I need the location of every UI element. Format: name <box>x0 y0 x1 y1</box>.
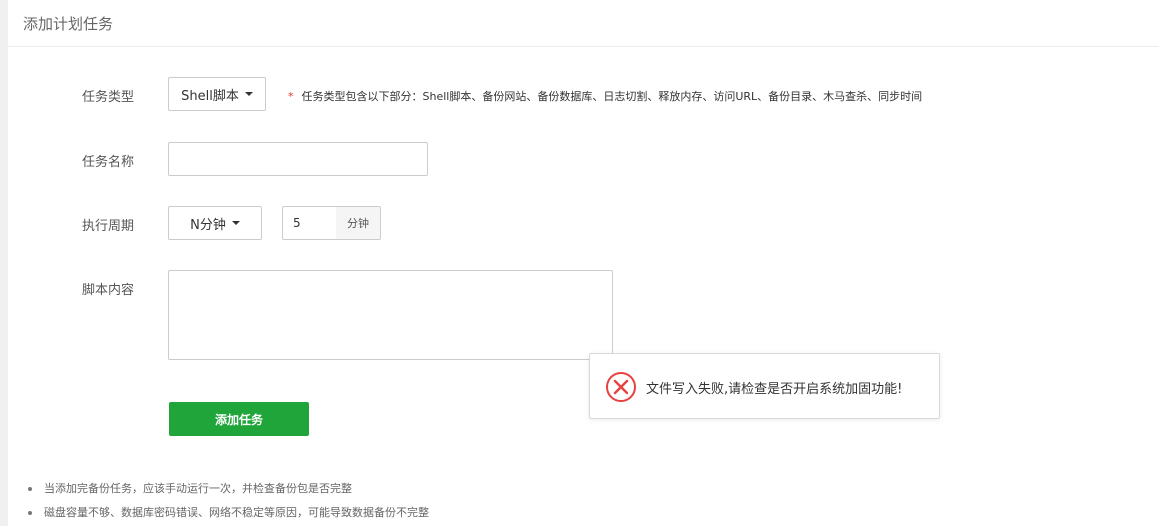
list-item: 当添加完备份任务，应该手动运行一次，并检查备份包是否完整 <box>28 480 429 504</box>
script-content-textarea[interactable] <box>168 270 613 360</box>
caret-down-icon <box>244 92 253 96</box>
toast-message: 文件写入失败,请检查是否开启系统加固功能! <box>646 382 903 397</box>
period-label: 执行周期 <box>82 219 135 234</box>
script-label: 脚本内容 <box>82 283 135 298</box>
page-title: 添加计划任务 <box>23 15 114 33</box>
panel-header: 添加计划任务 <box>8 0 1159 47</box>
error-toast: 文件写入失败,请检查是否开启系统加固功能! <box>589 353 940 419</box>
task-type-hint-text: 任务类型包含以下部分：Shell脚本、备份网站、备份数据库、日志切割、释放内存、… <box>301 90 923 103</box>
period-selected: N分钟 <box>190 217 226 233</box>
task-type-label: 任务类型 <box>82 90 135 105</box>
required-star: * <box>288 90 294 103</box>
task-name-label: 任务名称 <box>82 155 135 170</box>
task-type-selected: Shell脚本 <box>181 88 239 104</box>
task-type-dropdown[interactable]: Shell脚本 <box>168 77 266 111</box>
task-name-input[interactable] <box>168 142 428 176</box>
tips-list: 当添加完备份任务，应该手动运行一次，并检查备份包是否完整 磁盘容量不够、数据库密… <box>28 480 429 526</box>
error-circle-icon <box>606 372 636 402</box>
add-task-button[interactable]: 添加任务 <box>169 402 309 436</box>
caret-down-icon <box>231 221 240 225</box>
task-type-hint: * 任务类型包含以下部分：Shell脚本、备份网站、备份数据库、日志切割、释放内存… <box>288 88 922 104</box>
period-dropdown[interactable]: N分钟 <box>168 206 262 240</box>
period-unit-addon: 分钟 <box>336 206 381 240</box>
list-item: 磁盘容量不够、数据库密码错误、网络不稳定等原因，可能导致数据备份不完整 <box>28 504 429 526</box>
period-minutes-input[interactable] <box>282 206 337 240</box>
